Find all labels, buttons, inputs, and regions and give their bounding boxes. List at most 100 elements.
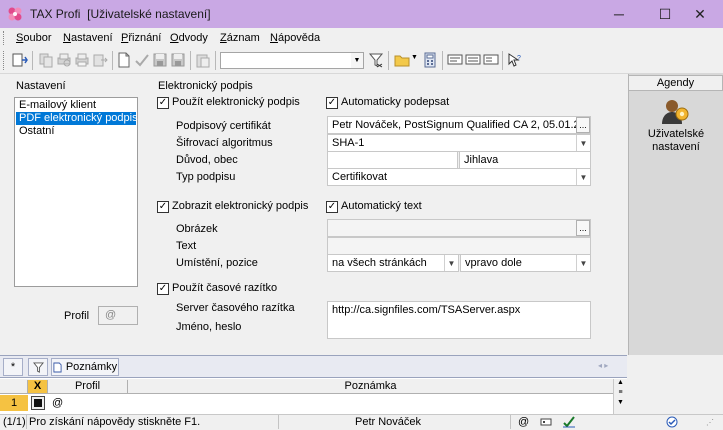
menu-soubor[interactable]: Soubor bbox=[16, 32, 51, 44]
chevron-down-icon[interactable]: ▼ bbox=[576, 169, 590, 185]
list-item-pdf-podpis[interactable]: PDF elektronický podpis bbox=[16, 112, 138, 125]
timestamp-server-field[interactable]: http://ca.signfiles.com/TSAServer.aspx bbox=[327, 301, 591, 339]
signature-type-select[interactable]: Certifikovat bbox=[327, 168, 591, 186]
folder-dropdown-icon[interactable]: ▼ bbox=[411, 54, 418, 61]
timestamp-server-label: Server časového razítka bbox=[176, 302, 295, 314]
message-icon[interactable] bbox=[447, 52, 463, 68]
settings-list[interactable]: E-mailový klient PDF elektronický podpis… bbox=[14, 97, 138, 287]
copy-icon[interactable] bbox=[38, 52, 54, 68]
algorithm-label: Šifrovací algoritmus bbox=[176, 137, 273, 149]
auto-text-label: Automatický text bbox=[341, 200, 422, 212]
agendy-item-label[interactable]: Uživatelské nastavení bbox=[632, 128, 720, 154]
grid-header-x[interactable]: X bbox=[28, 380, 48, 393]
menu-napoveda[interactable]: Nápověda bbox=[270, 32, 320, 44]
chevron-down-icon[interactable]: ▼ bbox=[576, 135, 590, 151]
menu-odvody[interactable]: Odvody bbox=[170, 32, 208, 44]
resize-grip-icon[interactable]: ⋰ bbox=[706, 418, 720, 428]
calculator-icon[interactable] bbox=[422, 52, 438, 68]
section-title: Elektronický podpis bbox=[158, 80, 253, 92]
menu-priznani[interactable]: Přiznání bbox=[121, 32, 161, 44]
chevron-down-icon[interactable]: ▼ bbox=[444, 255, 458, 271]
position-select[interactable]: vpravo dole bbox=[460, 254, 591, 272]
placement-select[interactable]: na všech stránkách bbox=[327, 254, 459, 272]
auto-text-checkbox[interactable]: ✓ bbox=[326, 201, 338, 213]
signature-type-label: Typ podpisu bbox=[176, 171, 236, 183]
window-title: TAX Profi [Uživatelské nastavení] bbox=[30, 7, 211, 21]
print-icon[interactable] bbox=[74, 52, 90, 68]
toolbar-combo[interactable]: ▼ bbox=[220, 52, 364, 69]
list-item-email-klient[interactable]: E-mailový klient bbox=[16, 99, 136, 112]
grid-right-area bbox=[627, 355, 723, 417]
profile-label: Profil bbox=[64, 310, 90, 322]
table-row[interactable] bbox=[0, 395, 627, 411]
window-title-suffix: [Uživatelské nastavení] bbox=[87, 7, 211, 21]
context-help-icon[interactable]: ? bbox=[506, 52, 522, 68]
browse-icon[interactable]: ... bbox=[576, 117, 590, 133]
tab-star[interactable]: * bbox=[3, 358, 23, 376]
save-as-icon[interactable] bbox=[170, 52, 186, 68]
status-check-icon bbox=[666, 416, 678, 428]
grid-header-profil[interactable]: Profil bbox=[48, 380, 128, 393]
row-marker-icon[interactable] bbox=[31, 396, 45, 410]
toolbar-separator bbox=[190, 51, 191, 70]
save-icon[interactable] bbox=[152, 52, 168, 68]
image-field[interactable] bbox=[327, 219, 591, 237]
close-button[interactable]: ✕ bbox=[677, 0, 723, 28]
browse-icon[interactable]: ... bbox=[576, 220, 590, 236]
message-list-icon[interactable] bbox=[465, 52, 481, 68]
tab-poznamky-label: Poznámky bbox=[65, 361, 118, 373]
algorithm-select[interactable]: SHA-1 bbox=[327, 134, 591, 152]
scroll-up-icon[interactable]: ▲ bbox=[614, 379, 627, 387]
chevron-down-icon[interactable]: ▼ bbox=[576, 255, 590, 271]
grid-header-corner bbox=[0, 380, 28, 393]
app-logo-icon bbox=[8, 7, 22, 21]
new-document-icon[interactable] bbox=[116, 52, 132, 68]
toolbar-separator bbox=[388, 51, 389, 70]
use-timestamp-checkbox[interactable]: ✓ bbox=[157, 283, 169, 295]
menu-zaznam[interactable]: Záznam bbox=[220, 32, 260, 44]
tab-poznamky[interactable]: Poznámky bbox=[51, 358, 119, 376]
message-detail-icon[interactable] bbox=[483, 52, 499, 68]
agenda-switch-icon[interactable] bbox=[12, 52, 28, 68]
note-icon bbox=[53, 362, 62, 372]
user-settings-icon[interactable] bbox=[660, 97, 690, 125]
city-field[interactable]: Jihlava bbox=[459, 151, 591, 169]
toolbar-separator bbox=[215, 51, 216, 70]
folder-icon[interactable] bbox=[394, 52, 410, 68]
export-icon[interactable] bbox=[92, 52, 108, 68]
auto-sign-checkbox[interactable]: ✓ bbox=[326, 97, 338, 109]
agendy-header[interactable]: Agendy bbox=[628, 75, 723, 91]
auto-sign-label: Automaticky podepsat bbox=[341, 96, 450, 108]
reason-field[interactable] bbox=[327, 151, 458, 169]
menu-nastaveni[interactable]: Nastavení bbox=[63, 32, 113, 44]
app-name: TAX Profi bbox=[30, 7, 81, 21]
use-signature-checkbox[interactable]: ✓ bbox=[157, 97, 169, 109]
tab-filter[interactable] bbox=[28, 358, 48, 376]
confirm-icon[interactable] bbox=[134, 52, 150, 68]
toolbar-separator bbox=[502, 51, 503, 70]
grid-header-poznamka[interactable]: Poznámka bbox=[128, 380, 613, 393]
filter-icon[interactable] bbox=[368, 52, 384, 68]
list-item-ostatni[interactable]: Ostatní bbox=[16, 125, 136, 138]
image-label: Obrázek bbox=[176, 223, 218, 235]
chevron-down-icon[interactable]: ▼ bbox=[351, 53, 363, 68]
paste-icon[interactable] bbox=[195, 52, 211, 68]
row-profil[interactable]: @ bbox=[52, 397, 63, 409]
status-connection-icon bbox=[540, 418, 552, 426]
scroll-mid-icon[interactable]: ≡ bbox=[614, 389, 627, 397]
show-signature-label: Zobrazit elektronický podpis bbox=[172, 200, 309, 212]
algorithm-value: SHA-1 bbox=[332, 137, 365, 149]
show-signature-checkbox[interactable]: ✓ bbox=[157, 201, 169, 213]
certificate-field[interactable]: Petr Nováček, PostSignum Qualified CA 2,… bbox=[327, 116, 591, 134]
scroll-down-icon[interactable]: ▼ bbox=[614, 399, 627, 407]
profile-field[interactable]: @ bbox=[98, 306, 138, 325]
nastaveni-label: Nastavení bbox=[16, 80, 66, 92]
text-field[interactable] bbox=[327, 237, 591, 255]
print-preview-icon[interactable] bbox=[56, 52, 72, 68]
tab-scroll-icon[interactable]: ◂ ▸ bbox=[598, 361, 608, 370]
filter-icon bbox=[32, 361, 44, 373]
grid-scrollbar[interactable]: ▲ ≡ ▼ bbox=[613, 379, 627, 414]
text-label: Text bbox=[176, 240, 197, 252]
minimize-button[interactable]: ─ bbox=[596, 0, 642, 28]
credentials-label: Jméno, heslo bbox=[176, 321, 242, 333]
